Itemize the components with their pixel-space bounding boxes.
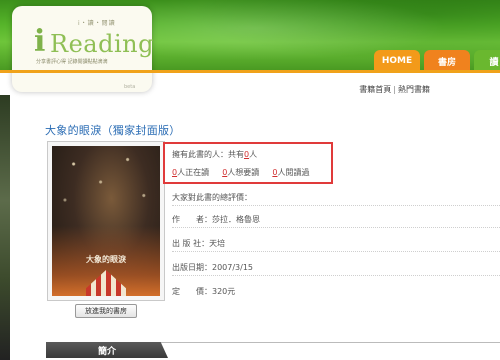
- publisher-row: 出 版 社：天培: [172, 238, 225, 249]
- row-divider: [172, 251, 500, 252]
- book-title: 大象的眼淚（獨家封面版）: [45, 124, 181, 137]
- breadcrumb-separator: |: [393, 85, 396, 94]
- logo-word: Reading: [50, 30, 154, 58]
- read-label: 人閱讀過: [277, 168, 310, 177]
- cover-title: 大象的眼淚: [86, 254, 126, 264]
- add-to-shelf-button[interactable]: 放進我的書房: [75, 304, 137, 318]
- breadcrumb: 書籍首頁 | 熱門書籍: [359, 84, 430, 95]
- publisher-value[interactable]: 天培: [209, 239, 225, 248]
- publisher-label: 出 版 社：: [172, 239, 210, 248]
- row-divider: [172, 275, 500, 276]
- rating-label: 大家對此書的總評價：: [172, 193, 252, 202]
- author-label: 作 者：: [172, 215, 212, 224]
- nav-divider: [0, 70, 500, 73]
- owners-suffix: 人: [249, 150, 258, 159]
- logo-subtitle: 分享書評心得 記錄閱讀點點滴滴: [36, 59, 108, 65]
- left-background-strip: [0, 95, 10, 360]
- intro-section-header: 簡介: [46, 342, 500, 358]
- book-cover-image: 大象的眼淚: [52, 146, 160, 296]
- price-value: 320元: [212, 287, 236, 296]
- price-label: 定 價：: [172, 287, 212, 296]
- nav-tab-home[interactable]: HOME: [374, 50, 420, 72]
- breadcrumb-popular-books[interactable]: 熱門書籍: [398, 85, 430, 94]
- row-divider: [172, 227, 500, 228]
- date-value: 2007/3/15: [212, 263, 254, 272]
- logo-small-text: beta: [124, 84, 136, 90]
- row-divider: [172, 205, 500, 206]
- want-label: 人想要讀: [227, 168, 260, 177]
- reading-status-row: 0人正在讀 0人想要讀 0人閱讀過: [172, 167, 309, 178]
- price-row: 定 價：320元: [172, 286, 235, 297]
- author-row: 作 者：莎拉．格魯恩: [172, 214, 260, 225]
- intro-tab: 簡介: [46, 342, 168, 358]
- owners-total: 擁有此書的人：共有0人: [172, 149, 257, 160]
- author-value[interactable]: 莎拉．格魯恩: [212, 215, 260, 224]
- cover-stars: [52, 146, 160, 236]
- reading-label: 人正在讀: [177, 168, 210, 177]
- logo-mark: i: [34, 24, 46, 59]
- owners-prefix: 擁有此書的人：共有: [172, 150, 244, 159]
- nav-tab-store[interactable]: 書房: [424, 50, 470, 72]
- site-logo[interactable]: i・讀・閱讀 i Reading 分享書評心得 記錄閱讀點點滴滴 beta: [12, 6, 154, 92]
- date-label: 出版日期：: [172, 263, 212, 272]
- book-cover-frame: 大象的眼淚: [47, 141, 165, 301]
- breadcrumb-books-home[interactable]: 書籍首頁: [359, 85, 391, 94]
- date-row: 出版日期：2007/3/15: [172, 262, 253, 273]
- logo-tagline-top: i・讀・閱讀: [78, 20, 116, 27]
- rating-row: 大家對此書的總評價：: [172, 192, 252, 203]
- nav-tab-more[interactable]: 讀: [474, 50, 500, 72]
